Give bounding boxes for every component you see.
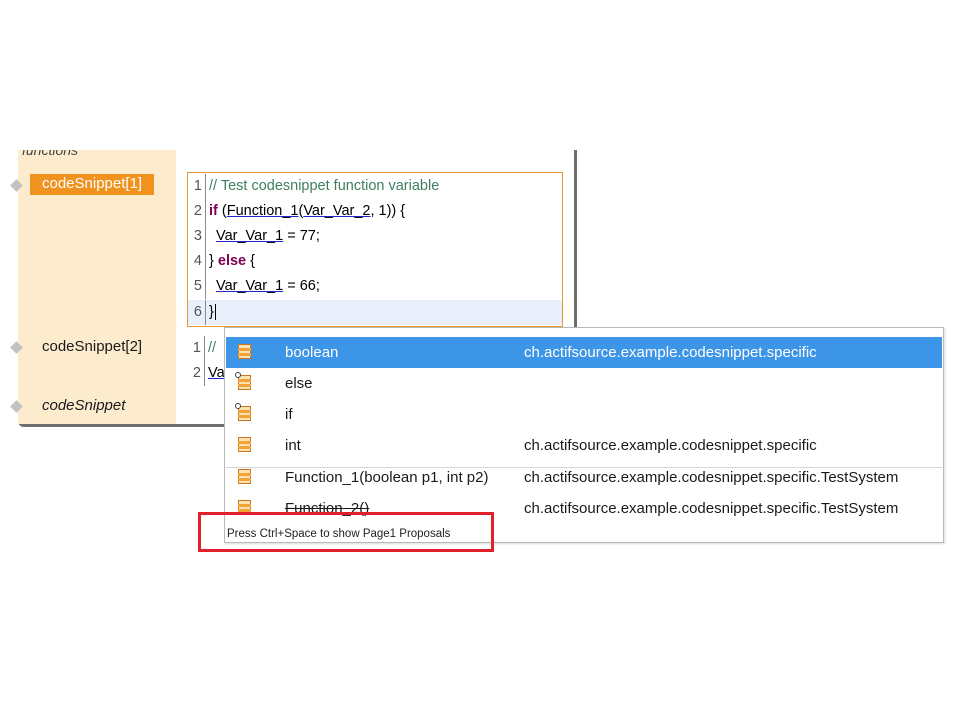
function-icon xyxy=(238,469,251,484)
line-number: 3 xyxy=(188,224,206,249)
line-number: 2 xyxy=(188,199,206,224)
keyword-icon xyxy=(235,403,251,421)
code-keyword: else xyxy=(217,253,247,269)
code-keyword: if xyxy=(209,203,218,219)
property-codesnippet[interactable]: codeSnippet xyxy=(42,397,125,414)
line-number: 4 xyxy=(188,249,206,274)
code-text: } xyxy=(209,253,218,269)
proposal-name: boolean xyxy=(285,344,339,361)
line-number: 5 xyxy=(188,274,206,299)
proposal-package: ch.actifsource.example.codesnippet.speci… xyxy=(524,437,817,454)
code-text: ( xyxy=(217,203,227,219)
property-codesnippet-1[interactable]: codeSnippet[1] xyxy=(30,174,155,195)
proposal-item[interactable]: Function_1(boolean p1, int p2) ch.actifs… xyxy=(226,462,942,493)
proposal-package: ch.actifsource.example.codesnippet.speci… xyxy=(524,469,899,486)
proposal-item[interactable]: else xyxy=(226,368,942,399)
line-number: 1 xyxy=(187,336,205,361)
code-line: 5 Var_Var_1 = 66; xyxy=(188,274,562,299)
function-reference: Function_1 xyxy=(226,203,299,219)
code-text: { xyxy=(246,253,255,269)
proposal-name: int xyxy=(285,437,301,454)
code-line: 1// Test codesnippet function variable xyxy=(188,174,562,199)
proposal-package: ch.actifsource.example.codesnippet.speci… xyxy=(524,344,817,361)
code-text: , 1)) { xyxy=(370,203,406,219)
code-line: 4} else { xyxy=(188,249,562,274)
code-comment: // xyxy=(208,340,217,356)
section-label-functions: functions xyxy=(22,150,79,158)
code-text: = 66; xyxy=(283,278,320,294)
proposal-name: else xyxy=(285,375,313,392)
code-line: 3 Var_Var_1 = 77; xyxy=(188,224,562,249)
property-codesnippet-2[interactable]: codeSnippet[2] xyxy=(42,338,142,355)
variable-reference: Var_Var_2 xyxy=(303,203,371,219)
line-number: 1 xyxy=(188,174,206,199)
proposal-name: if xyxy=(285,406,293,423)
keyword-icon xyxy=(235,372,251,390)
highlight-annotation-box xyxy=(198,512,494,552)
code-text: = 77; xyxy=(283,228,320,244)
proposal-item[interactable]: int ch.actifsource.example.codesnippet.s… xyxy=(226,430,942,461)
proposal-name: Function_1(boolean p1, int p2) xyxy=(285,469,489,486)
proposal-item[interactable]: if xyxy=(226,399,942,430)
type-icon xyxy=(238,344,251,359)
variable-reference: Var_Var_1 xyxy=(216,228,284,244)
proposal-item[interactable]: boolean ch.actifsource.example.codesnipp… xyxy=(226,337,942,368)
type-icon xyxy=(238,437,251,452)
text-caret xyxy=(214,304,216,321)
content-assist-popup: boolean ch.actifsource.example.codesnipp… xyxy=(224,327,944,543)
line-number: 2 xyxy=(187,361,205,386)
code-text: } xyxy=(209,304,214,320)
variable-reference: Var_Var_1 xyxy=(216,278,284,294)
line-number: 6 xyxy=(188,300,206,325)
code-line: 2 if (Function_1(Var_Var_2, 1)) { xyxy=(188,199,562,224)
variable-reference: Va xyxy=(208,365,225,381)
proposal-package: ch.actifsource.example.codesnippet.speci… xyxy=(524,500,899,517)
code-editor-1[interactable]: 1// Test codesnippet function variable 2… xyxy=(187,172,563,327)
code-comment: // Test codesnippet function variable xyxy=(209,178,440,194)
code-line-current: 6} xyxy=(188,300,562,325)
